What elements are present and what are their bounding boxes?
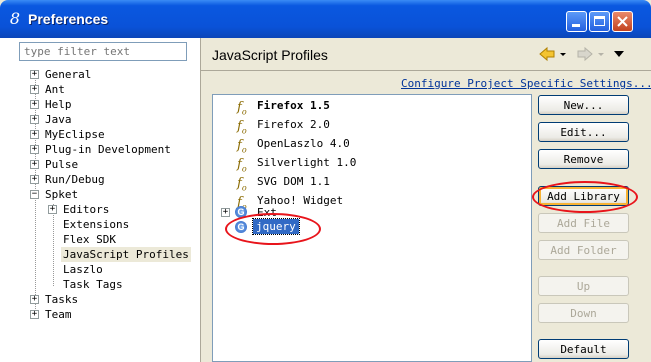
profiles-list[interactable]: fo Firefox 1.5 fo Firefox 2.0 fo OpenLas…: [212, 94, 532, 362]
library-g-icon: G: [235, 221, 247, 233]
page-title: JavaScript Profiles: [212, 47, 328, 63]
maximize-button[interactable]: [589, 11, 610, 32]
expand-icon[interactable]: +: [30, 100, 39, 109]
move-down-button[interactable]: Down: [538, 303, 629, 323]
window-title: Preferences: [28, 11, 109, 27]
configure-project-settings-link[interactable]: Configure Project Specific Settings...: [401, 77, 651, 90]
expand-icon[interactable]: +: [30, 310, 39, 319]
expand-icon[interactable]: +: [30, 295, 39, 304]
expand-icon[interactable]: +: [30, 145, 39, 154]
add-folder-button[interactable]: Add Folder: [538, 240, 629, 260]
expand-icon[interactable]: +: [221, 208, 230, 217]
tree-guide-line: [53, 204, 54, 286]
title-bar: 8 Preferences: [0, 0, 651, 38]
eclipse-8-icon: 8: [9, 9, 21, 28]
minimize-button[interactable]: [566, 11, 587, 32]
maximize-icon: [594, 16, 605, 26]
new-profile-button[interactable]: New...: [538, 95, 629, 115]
add-library-button[interactable]: Add Library: [538, 186, 629, 206]
header-separator: [201, 70, 651, 71]
close-button[interactable]: [612, 11, 633, 32]
filter-input[interactable]: [19, 42, 187, 61]
forward-dropdown-icon: [598, 53, 604, 56]
expand-icon[interactable]: +: [30, 160, 39, 169]
back-dropdown-icon[interactable]: [560, 53, 566, 56]
expand-icon[interactable]: +: [30, 130, 39, 139]
back-arrow-icon[interactable]: [539, 46, 555, 62]
default-profile-button[interactable]: Default: [538, 339, 629, 359]
minimize-icon: [572, 24, 580, 27]
move-up-button[interactable]: Up: [538, 276, 629, 296]
library-g-icon: G: [235, 206, 247, 218]
expand-icon[interactable]: +: [30, 115, 39, 124]
page-nav-toolbar: [538, 45, 638, 63]
expand-icon[interactable]: +: [30, 70, 39, 79]
edit-profile-button[interactable]: Edit...: [538, 122, 629, 142]
expand-icon[interactable]: +: [48, 205, 57, 214]
add-file-button[interactable]: Add File: [538, 213, 629, 233]
expand-icon[interactable]: +: [30, 85, 39, 94]
collapse-icon[interactable]: −: [30, 190, 39, 199]
expand-icon[interactable]: +: [30, 175, 39, 184]
forward-arrow-icon: [577, 46, 593, 62]
remove-profile-button[interactable]: Remove: [538, 149, 629, 169]
view-menu-icon[interactable]: [614, 51, 624, 57]
close-icon: [617, 16, 628, 27]
